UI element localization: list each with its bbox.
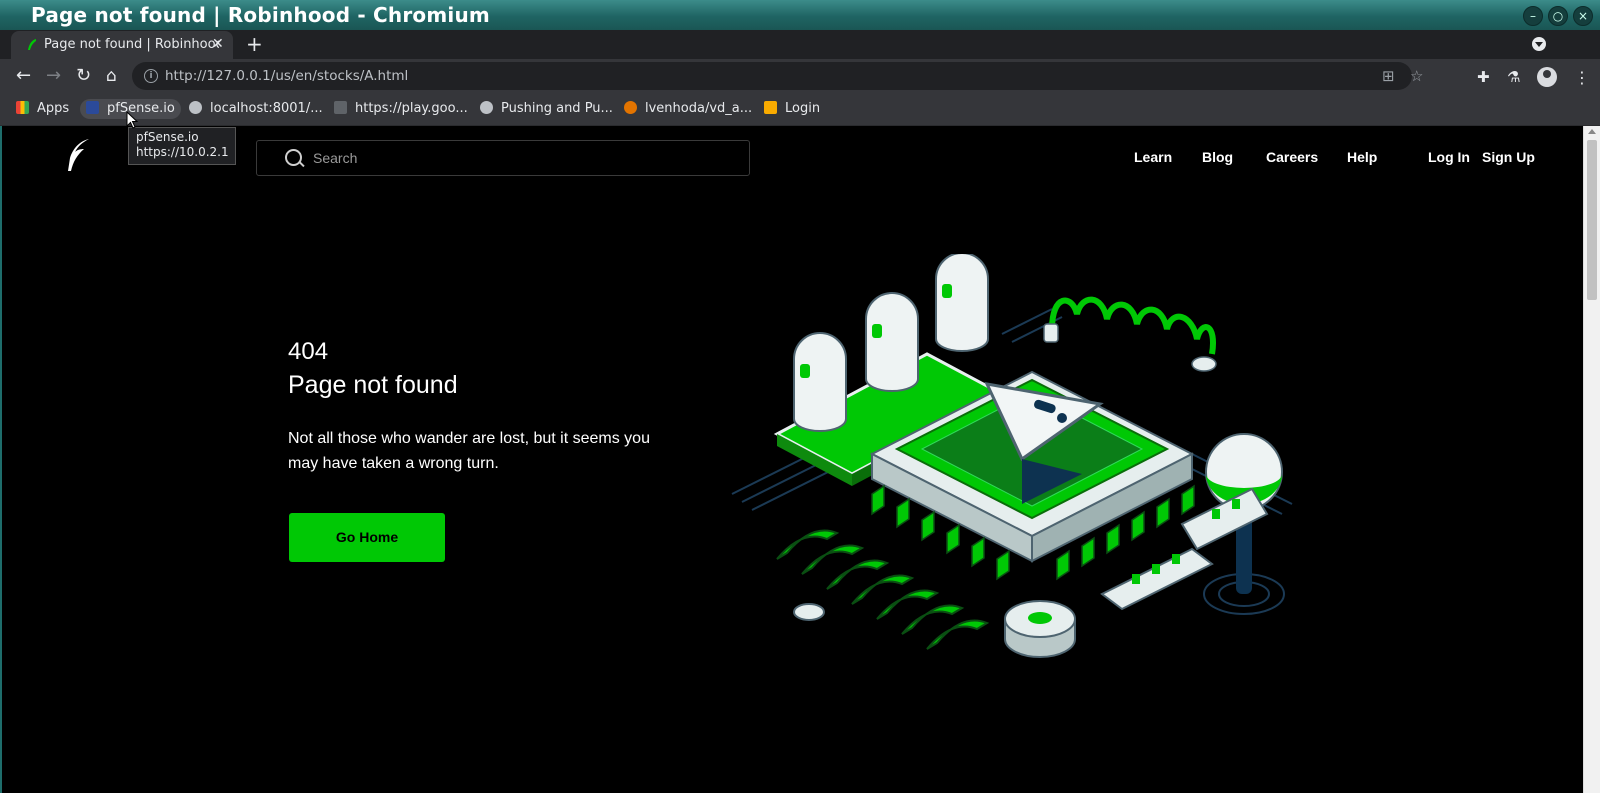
- bookmark-tooltip: pfSense.io https://10.0.2.1: [128, 127, 236, 165]
- maximize-button[interactable]: ○: [1548, 6, 1568, 26]
- tooltip-url: https://10.0.2.1: [136, 145, 229, 159]
- tab-close-icon[interactable]: ✕: [212, 36, 224, 52]
- bookmark-label: lvenhoda/vd_a...: [645, 101, 753, 116]
- bookmark-label: Pushing and Pu...: [501, 101, 613, 116]
- scrollbar-thumb[interactable]: [1587, 140, 1597, 300]
- bookmarks-bar: Apps pfSense.io localhost:8001/... https…: [0, 94, 1600, 126]
- error-message: Not all those who wander are lost, but i…: [288, 430, 650, 472]
- bookmark-pushing[interactable]: Pushing and Pu...: [480, 99, 613, 119]
- bookmark-label: Apps: [37, 101, 70, 116]
- apps-grid-icon: [16, 101, 29, 114]
- play-icon: [334, 101, 347, 114]
- active-tab[interactable]: Page not found | Robinhood ✕: [11, 31, 233, 59]
- back-icon[interactable]: ←: [16, 67, 31, 85]
- bookmark-apps[interactable]: Apps: [16, 99, 69, 119]
- globe-icon: [189, 101, 202, 114]
- forward-icon[interactable]: →: [46, 67, 61, 85]
- login-icon: [764, 101, 777, 114]
- browser-toolbar: ← → ↻ ⌂ i http://127.0.0.1/us/en/stocks/…: [0, 59, 1600, 94]
- bookmark-label: localhost:8001/...: [210, 101, 323, 116]
- new-tab-button[interactable]: +: [246, 34, 263, 54]
- search-placeholder[interactable]: Search: [313, 150, 357, 166]
- github-icon: [624, 101, 637, 114]
- robinhood-favicon-icon: [28, 39, 36, 50]
- profile-avatar-icon[interactable]: [1537, 67, 1557, 87]
- install-app-icon[interactable]: ⊞: [1382, 67, 1395, 85]
- search-bar[interactable]: Search: [256, 140, 750, 176]
- url-text[interactable]: http://127.0.0.1/us/en/stocks/A.html: [165, 68, 408, 84]
- robinhood-logo-icon[interactable]: [66, 138, 92, 172]
- extensions-icon[interactable]: ✚: [1477, 68, 1490, 86]
- bookmark-label: Login: [785, 101, 821, 116]
- go-home-button[interactable]: Go Home: [289, 513, 445, 562]
- address-bar[interactable]: i http://127.0.0.1/us/en/stocks/A.html ⊞…: [132, 62, 1423, 90]
- home-icon[interactable]: ⌂: [106, 67, 117, 85]
- scroll-up-arrow-icon[interactable]: [1588, 129, 1596, 134]
- bookmark-github[interactable]: lvenhoda/vd_a...: [624, 99, 752, 119]
- close-window-button[interactable]: ×: [1573, 6, 1593, 26]
- bookmark-localhost[interactable]: localhost:8001/...: [189, 99, 323, 119]
- bookmark-login[interactable]: Login: [764, 99, 820, 119]
- pfsense-icon: [86, 101, 99, 114]
- globe-icon: [480, 101, 493, 114]
- bookmark-label: https://play.goo...: [355, 101, 468, 116]
- page-title: Page not found: [288, 371, 458, 399]
- nav-learn[interactable]: Learn: [1134, 149, 1172, 165]
- window-titlebar: Page not found | Robinhood - Chromium – …: [0, 0, 1600, 31]
- nav-sign-up[interactable]: Sign Up: [1482, 149, 1535, 165]
- page-viewport: Search Learn Blog Careers Help Log In Si…: [0, 126, 1583, 793]
- bookmark-play[interactable]: https://play.goo...: [334, 99, 468, 119]
- mouse-cursor-icon: [126, 111, 138, 129]
- minimize-button[interactable]: –: [1523, 6, 1543, 26]
- broken-machine-illustration: [731, 254, 1293, 658]
- nav-blog[interactable]: Blog: [1202, 149, 1233, 165]
- page-scrollbar[interactable]: [1583, 126, 1600, 793]
- tab-strip: Page not found | Robinhood ✕: [0, 30, 1600, 59]
- tab-title: Page not found | Robinhood: [44, 37, 219, 52]
- nav-log-in[interactable]: Log In: [1428, 149, 1470, 165]
- nav-careers[interactable]: Careers: [1266, 149, 1318, 165]
- nav-help[interactable]: Help: [1347, 149, 1377, 165]
- menu-dots-icon[interactable]: ⋮: [1574, 68, 1590, 87]
- search-icon: [285, 149, 302, 166]
- window-title: Page not found | Robinhood - Chromium: [31, 3, 490, 27]
- reload-icon[interactable]: ↻: [76, 67, 91, 85]
- bookmark-star-icon[interactable]: ☆: [1410, 67, 1423, 85]
- bookmark-label: pfSense.io: [107, 101, 175, 116]
- labs-flask-icon[interactable]: ⚗: [1507, 68, 1520, 86]
- tooltip-title: pfSense.io: [136, 130, 199, 144]
- site-info-icon[interactable]: i: [144, 69, 158, 83]
- error-code: 404: [288, 338, 329, 365]
- tab-search-icon[interactable]: [1532, 37, 1546, 51]
